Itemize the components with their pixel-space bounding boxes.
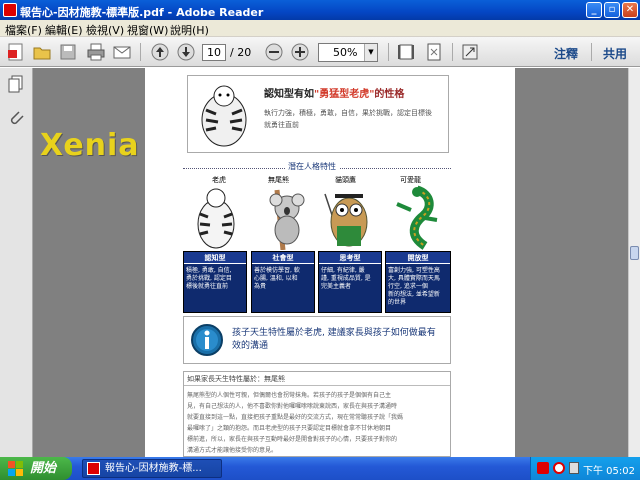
advice-text-line: 無尾熊型的人個性可親，但偶爾也會拐彎抹角。若孩子的孩子是個個有自己主 xyxy=(187,392,392,399)
share-button[interactable]: 共用 xyxy=(603,45,627,62)
advice-box-title: 如果家長天生特性屬於：無尾熊 xyxy=(187,375,285,383)
toolbar-separator xyxy=(591,43,592,61)
type-box-cognitive: 認知型 積極, 勇敢, 自信, 勇於挑戰, 認定目 標後就勇往直前 xyxy=(183,251,247,313)
start-button[interactable]: 開始 xyxy=(0,457,72,480)
attachments-icon[interactable] xyxy=(6,108,26,128)
chevron-down-icon[interactable]: ▼ xyxy=(364,44,377,61)
page-total-label: / 20 xyxy=(230,46,252,59)
fit-width-icon[interactable] xyxy=(396,42,416,62)
advice-line-2: 效的溝通 xyxy=(232,341,269,351)
advice-text-line: 標前進，所以，家長在與孩子互動時最好是開會對孩子的心情，只要孩子對你的 xyxy=(187,436,398,443)
minimize-button[interactable]: _ xyxy=(586,2,602,18)
comment-button[interactable]: 注釋 xyxy=(554,45,578,62)
next-page-icon[interactable] xyxy=(176,42,196,62)
windows-logo-icon xyxy=(8,461,23,476)
menu-bar: 檔案(F) 編輯(E) 檢視(V) 視窗(W) 說明(H) xyxy=(0,20,640,37)
menu-file[interactable]: 檔案(F) xyxy=(5,22,42,38)
toolbar-separator xyxy=(140,43,141,61)
info-icon xyxy=(191,324,223,356)
volume-icon[interactable] xyxy=(569,462,579,474)
adobe-reader-icon xyxy=(87,462,100,475)
type-box-social: 社會型 善於模仿學習, 軟 心腸, 溫和, 以和 為貴 xyxy=(251,251,315,313)
navigation-panel xyxy=(0,68,33,457)
zoom-in-icon[interactable] xyxy=(290,42,310,62)
fit-page-icon[interactable] xyxy=(424,42,444,62)
title-bar: 報告心-因材施教-標準版.pdf - Adobe Reader _ ▫ ✕ xyxy=(0,0,640,20)
taskbar-item-adobe-reader[interactable]: 報告心-因材施教-標... xyxy=(82,459,222,478)
type-title: 社會型 xyxy=(252,252,314,264)
close-button[interactable]: ✕ xyxy=(622,2,638,18)
clock: 下午 05:02 xyxy=(583,466,635,477)
start-label: 開始 xyxy=(30,461,57,476)
save-icon[interactable] xyxy=(58,42,78,62)
type-box-thinking: 思考型 仔細, 有紀律, 嚴 謹, 重視成品質, 是 完美主義者 xyxy=(318,251,382,313)
maximize-button[interactable]: ▫ xyxy=(604,2,620,18)
type-description: 仔細, 有紀律, 嚴 謹, 重視成品質, 是 完美主義者 xyxy=(321,267,371,290)
security-tray-icon[interactable] xyxy=(553,462,565,474)
page-thumbnails-icon[interactable] xyxy=(6,74,26,94)
print-icon[interactable] xyxy=(86,42,106,62)
menu-edit[interactable]: 編輯(E) xyxy=(45,22,83,38)
type-description: 富創力強, 可塑性高 大, 具體實際而天馬 行空, 追求一個 新的想法, 並希望… xyxy=(388,267,440,306)
section-heading: 潛在人格特性 xyxy=(285,161,339,172)
card-title-suffix: 的性格 xyxy=(374,89,405,100)
advice-box-divider xyxy=(184,385,450,386)
full-screen-icon[interactable] xyxy=(460,42,480,62)
advice-text-line: 見，有自己想法的人，他不喜歡你對他囉囉嗦嗦說東說西，家長在與孩子溝通時 xyxy=(187,403,398,410)
advice-text-line: 最囉嗦了」之類的抱怨。而且老虎型的孩子只要認定目標就會拿不甘休地朝目 xyxy=(187,425,392,432)
vertical-scrollbar[interactable] xyxy=(628,68,640,457)
tiger-illustration xyxy=(201,85,247,147)
system-tray: 下午 05:02 xyxy=(530,457,640,480)
adobe-tray-icon[interactable] xyxy=(537,462,549,474)
zoom-out-icon[interactable] xyxy=(264,42,284,62)
watermark-text: Xenia xyxy=(40,128,140,163)
type-title: 思考型 xyxy=(319,252,381,264)
open-folder-icon[interactable] xyxy=(32,42,52,62)
tiger-illustration xyxy=(197,188,235,249)
toolbar-separator xyxy=(452,43,453,61)
advice-line-1: 孩子天生特性屬於老虎, 建議家長與孩子如何做最有 xyxy=(232,328,436,338)
type-title: 開放型 xyxy=(386,252,450,264)
parent-advice-box: 如果家長天生特性屬於：無尾熊 無尾熊型的人個性可親，但偶爾也會拐彎抹角。若孩子的… xyxy=(183,371,451,457)
page-number-input[interactable]: 10 xyxy=(202,44,226,61)
menu-window[interactable]: 視窗(W) xyxy=(127,22,168,38)
menu-view[interactable]: 檢視(V) xyxy=(86,22,124,38)
type-box-open: 開放型 富創力強, 可塑性高 大, 具體實際而天馬 行空, 追求一個 新的想法,… xyxy=(385,251,451,313)
type-description: 積極, 勇敢, 自信, 勇於挑戰, 認定目 標後就勇往直前 xyxy=(186,267,232,290)
window-title: 報告心-因材施教-標準版.pdf - Adobe Reader xyxy=(20,6,264,19)
card-title-highlight: "勇猛型老虎" xyxy=(314,89,375,100)
menu-help[interactable]: 說明(H) xyxy=(170,22,209,38)
advice-box: 孩子天生特性屬於老虎, 建議家長與孩子如何做最有 效的溝通 xyxy=(183,316,451,364)
email-icon[interactable] xyxy=(112,42,132,62)
taskbar-item-label: 報告心-因材施教-標... xyxy=(105,463,202,474)
dragon-illustration xyxy=(396,185,438,250)
adobe-reader-icon xyxy=(3,3,17,17)
zoom-value: 50% xyxy=(333,46,358,59)
advice-text-line: 就要直接到這一點，直接把孩子重點是最好的交流方式，現在常常聽孩子說「我媽 xyxy=(187,414,404,421)
toolbar: 10 / 20 50% ▼ 注釋 共用 xyxy=(0,37,640,67)
toolbar-separator xyxy=(388,43,389,61)
previous-page-icon[interactable] xyxy=(150,42,170,62)
scrollbar-thumb[interactable] xyxy=(630,246,639,260)
koala-illustration xyxy=(269,189,305,250)
pdf-page: 認知型有如"勇猛型老虎"的性格 執行力強，積極，勇敢，自信，果於挑戰，認定目標後… xyxy=(145,68,515,457)
animal-label-koala: 無尾熊 xyxy=(268,176,289,184)
card-title-prefix: 認知型有如 xyxy=(264,89,314,100)
type-title: 認知型 xyxy=(184,252,246,264)
card-desc-line-1: 執行力強，積極，勇敢，自信，果於挑戰，認定目標後 xyxy=(264,109,432,117)
zoom-select[interactable]: 50% ▼ xyxy=(318,43,378,62)
owl-illustration xyxy=(324,193,368,247)
create-pdf-icon[interactable] xyxy=(6,42,26,62)
tiger-card: 認知型有如"勇猛型老虎"的性格 執行力強，積極，勇敢，自信，果於挑戰，認定目標後… xyxy=(187,75,449,153)
advice-text-line: 溝通方式才能讓他接受你的意見。 xyxy=(187,447,278,454)
type-description: 善於模仿學習, 軟 心腸, 溫和, 以和 為貴 xyxy=(254,267,300,290)
card-desc-line-2: 就勇往直前 xyxy=(264,121,299,129)
